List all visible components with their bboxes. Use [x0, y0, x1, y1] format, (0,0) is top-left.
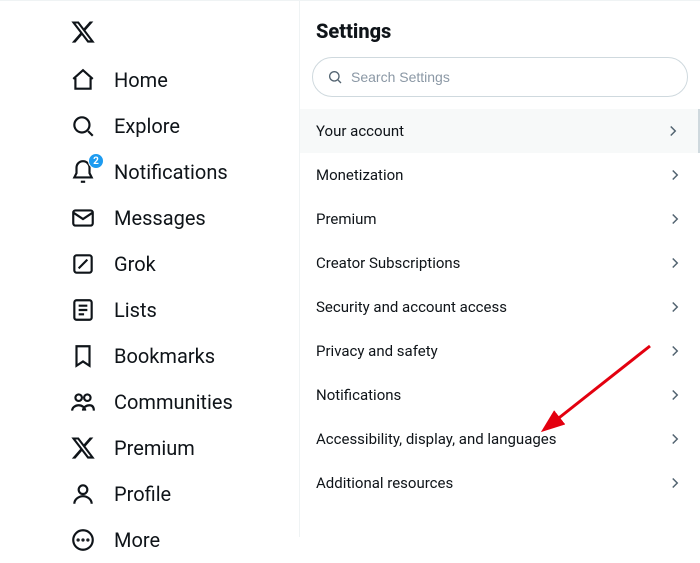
sidebar-item-label: Premium [114, 436, 195, 460]
sidebar-item-label: Communities [114, 390, 233, 414]
sidebar-item-explore[interactable]: Explore [60, 103, 299, 149]
settings-item-notifications[interactable]: Notifications [300, 373, 700, 417]
sidebar-item-label: Explore [114, 114, 180, 138]
chevron-right-icon [666, 430, 684, 448]
notification-badge: 2 [88, 153, 104, 169]
logo[interactable] [60, 9, 299, 57]
sidebar-item-communities[interactable]: Communities [60, 379, 299, 425]
chevron-right-icon [666, 474, 684, 492]
chevron-right-icon [666, 210, 684, 228]
profile-icon [70, 481, 96, 507]
search-icon [327, 69, 343, 85]
sidebar-item-grok[interactable]: Grok [60, 241, 299, 287]
lists-icon [70, 297, 96, 323]
sidebar-item-messages[interactable]: Messages [60, 195, 299, 241]
search-icon [70, 113, 96, 139]
sidebar-item-lists[interactable]: Lists [60, 287, 299, 333]
chevron-right-icon [666, 342, 684, 360]
envelope-icon [70, 205, 96, 231]
x-logo-icon [70, 435, 96, 461]
sidebar-item-bookmarks[interactable]: Bookmarks [60, 333, 299, 379]
chevron-right-icon [666, 166, 684, 184]
settings-item-monetization[interactable]: Monetization [300, 153, 700, 197]
settings-item-label: Notifications [316, 386, 401, 404]
communities-icon [70, 389, 96, 415]
settings-item-privacy[interactable]: Privacy and safety [300, 329, 700, 373]
page-title: Settings [300, 19, 700, 57]
sidebar-item-label: Grok [114, 252, 156, 276]
sidebar-item-label: Messages [114, 206, 206, 230]
sidebar-item-label: Home [114, 68, 168, 92]
settings-item-label: Additional resources [316, 474, 453, 492]
sidebar-item-more[interactable]: More [60, 517, 299, 563]
settings-item-label: Premium [316, 210, 377, 228]
grok-icon [70, 251, 96, 277]
sidebar-item-label: Bookmarks [114, 344, 215, 368]
chevron-right-icon [666, 386, 684, 404]
sidebar-item-home[interactable]: Home [60, 57, 299, 103]
settings-item-your-account[interactable]: Your account [300, 109, 700, 153]
settings-item-premium[interactable]: Premium [300, 197, 700, 241]
chevron-right-icon [666, 254, 684, 272]
settings-item-accessibility[interactable]: Accessibility, display, and languages [300, 417, 700, 461]
sidebar-item-premium[interactable]: Premium [60, 425, 299, 471]
chevron-right-icon [666, 298, 684, 316]
bell-icon: 2 [70, 159, 96, 185]
sidebar-item-profile[interactable]: Profile [60, 471, 299, 517]
settings-item-label: Creator Subscriptions [316, 254, 460, 272]
sidebar-item-notifications[interactable]: 2 Notifications [60, 149, 299, 195]
sidebar: Home Explore 2 Notifications Messages [0, 1, 300, 537]
settings-item-label: Your account [316, 122, 404, 140]
settings-item-label: Monetization [316, 166, 403, 184]
search-input[interactable] [351, 69, 673, 85]
settings-panel: Settings Your account Monetization Premi… [300, 1, 700, 537]
settings-item-label: Accessibility, display, and languages [316, 430, 556, 448]
settings-item-security[interactable]: Security and account access [300, 285, 700, 329]
settings-item-label: Security and account access [316, 298, 507, 316]
sidebar-item-label: Notifications [114, 160, 228, 184]
x-logo-icon [70, 19, 287, 45]
more-icon [70, 527, 96, 553]
sidebar-item-label: More [114, 528, 160, 552]
search-settings[interactable] [312, 57, 688, 97]
settings-item-additional-resources[interactable]: Additional resources [300, 461, 700, 505]
home-icon [70, 67, 96, 93]
sidebar-item-label: Profile [114, 482, 171, 506]
chevron-right-icon [664, 122, 682, 140]
settings-item-label: Privacy and safety [316, 342, 438, 360]
bookmark-icon [70, 343, 96, 369]
settings-item-creator-subscriptions[interactable]: Creator Subscriptions [300, 241, 700, 285]
sidebar-item-label: Lists [114, 298, 157, 322]
